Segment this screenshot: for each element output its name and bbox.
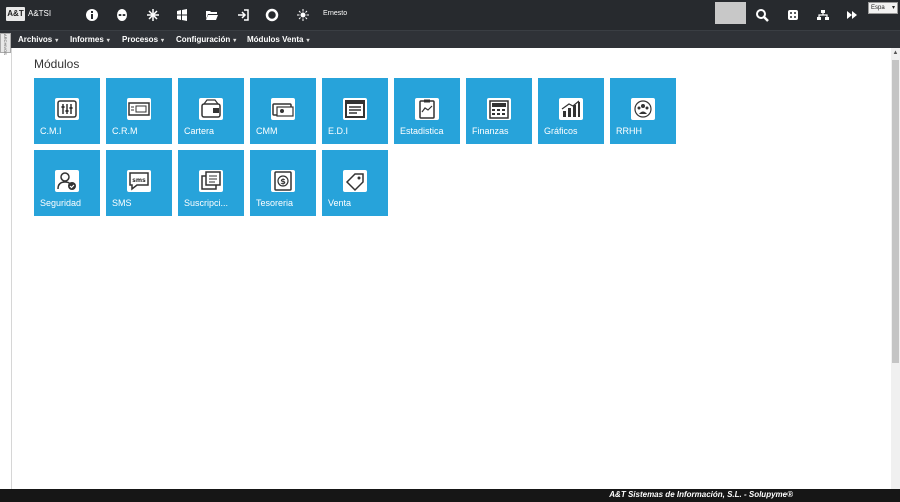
- module-label: Cartera: [184, 126, 215, 136]
- footer-copyright: A&T Sistemas de Información, S.L. - Solu…: [609, 490, 793, 499]
- menu-configuracion-label: Configuración: [176, 35, 231, 44]
- module-label: RRHH: [616, 126, 642, 136]
- module-tile-seguridad[interactable]: Seguridad: [34, 150, 100, 216]
- svg-text:sms: sms: [132, 177, 146, 184]
- tag-icon: [343, 170, 367, 192]
- fast-forward-icon[interactable]: [845, 8, 859, 22]
- clipboard-chart-icon: [415, 98, 439, 120]
- menu-archivos-label: Archivos: [18, 35, 53, 44]
- user-shield-icon: [55, 170, 79, 192]
- module-tile-estadistica[interactable]: Estadistica: [394, 78, 460, 144]
- side-tab-archivos[interactable]: ARCHIVOS: [0, 33, 11, 55]
- caret-down-icon: ▾: [106, 38, 110, 44]
- menu-informes-label: Informes: [70, 35, 104, 44]
- caret-down-icon: ▾: [55, 38, 59, 44]
- ring-icon[interactable]: [265, 8, 279, 22]
- module-label: Finanzas: [472, 126, 509, 136]
- edi-window-icon: [343, 98, 367, 120]
- user-name[interactable]: Ernesto: [323, 10, 347, 17]
- money-icon: $: [271, 170, 295, 192]
- sign-in-icon[interactable]: [236, 8, 250, 22]
- scrollbar-thumb[interactable]: [892, 60, 899, 363]
- module-label: Suscripci...: [184, 198, 229, 208]
- finance-calculator-icon: [487, 98, 511, 120]
- menu-procesos[interactable]: Procesos ▾: [122, 35, 164, 44]
- svg-text:$: $: [280, 177, 286, 186]
- module-label: E.D.I: [328, 126, 349, 136]
- cmm-card-icon: [271, 98, 295, 120]
- module-label: Tesoreria: [256, 198, 294, 208]
- module-tile-cmm[interactable]: CMM: [250, 78, 316, 144]
- module-tile-tesoreria[interactable]: $ Tesoreria: [250, 150, 316, 216]
- alien-icon[interactable]: [115, 8, 129, 22]
- user-avatar-placeholder[interactable]: [715, 2, 746, 24]
- left-divider: [11, 48, 12, 490]
- caret-down-icon: ▾: [233, 38, 237, 44]
- module-label: Venta: [328, 198, 352, 208]
- settings-snowflake-icon[interactable]: [146, 8, 160, 22]
- module-tile-graficos[interactable]: Gráficos: [538, 78, 604, 144]
- sun-icon[interactable]: [296, 8, 310, 22]
- bar-chart-icon: [559, 98, 583, 120]
- module-tile-sms[interactable]: sms SMS: [106, 150, 172, 216]
- search-icon[interactable]: [755, 8, 769, 22]
- sms-bubble-icon: sms: [127, 170, 151, 192]
- caret-down-icon: ▾: [161, 38, 165, 44]
- module-tile-cartera[interactable]: Cartera: [178, 78, 244, 144]
- people-icon: [631, 98, 655, 120]
- module-label: CMM: [256, 126, 278, 136]
- menu-modulos-venta[interactable]: Módulos Venta ▾: [247, 35, 309, 44]
- footer-bar: A&T Sistemas de Información, S.L. - Solu…: [0, 489, 900, 502]
- sitemap-icon[interactable]: [816, 8, 830, 22]
- menu-modulos-venta-label: Módulos Venta: [247, 35, 304, 44]
- module-label: Seguridad: [40, 198, 82, 208]
- subscription-icon: [199, 170, 223, 192]
- module-label: C.M.I: [40, 126, 62, 136]
- module-label: Gráficos: [544, 126, 578, 136]
- top-toolbar: A&T A&TSI Ernesto Espa ▾: [0, 0, 900, 31]
- info-icon[interactable]: [85, 8, 99, 22]
- windows-icon[interactable]: [175, 8, 189, 22]
- module-label: SMS: [112, 198, 132, 208]
- crm-card-icon: [127, 98, 151, 120]
- chevron-down-icon: ▾: [891, 5, 895, 11]
- app-logo[interactable]: A&T: [6, 7, 25, 21]
- module-tile-finanzas[interactable]: Finanzas: [466, 78, 532, 144]
- wallet-icon: [199, 98, 223, 120]
- module-label: C.R.M: [112, 126, 138, 136]
- dice-icon[interactable]: [786, 8, 800, 22]
- module-tile-edi[interactable]: E.D.I: [322, 78, 388, 144]
- module-tile-crm[interactable]: C.R.M: [106, 78, 172, 144]
- module-label: Estadistica: [400, 126, 444, 136]
- folder-open-icon[interactable]: [205, 8, 219, 22]
- scroll-up-arrow-icon[interactable]: ▲: [891, 48, 900, 58]
- menu-procesos-label: Procesos: [122, 35, 159, 44]
- menu-archivos[interactable]: Archivos ▾: [18, 35, 58, 44]
- caret-down-icon: ▾: [306, 38, 310, 44]
- module-tile-venta[interactable]: Venta: [322, 150, 388, 216]
- menu-informes[interactable]: Informes ▾: [70, 35, 110, 44]
- language-select[interactable]: Espa ▾: [868, 2, 898, 14]
- page-title: Módulos: [34, 57, 80, 71]
- module-tile-suscripciones[interactable]: Suscripci...: [178, 150, 244, 216]
- app-name: A&TSI: [28, 9, 52, 18]
- module-tile-rrhh[interactable]: RRHH: [610, 78, 676, 144]
- module-tile-cmi[interactable]: C.M.I: [34, 78, 100, 144]
- menu-configuracion[interactable]: Configuración ▾: [176, 35, 236, 44]
- sliders-icon: [55, 98, 79, 120]
- language-value: Espa: [871, 5, 885, 11]
